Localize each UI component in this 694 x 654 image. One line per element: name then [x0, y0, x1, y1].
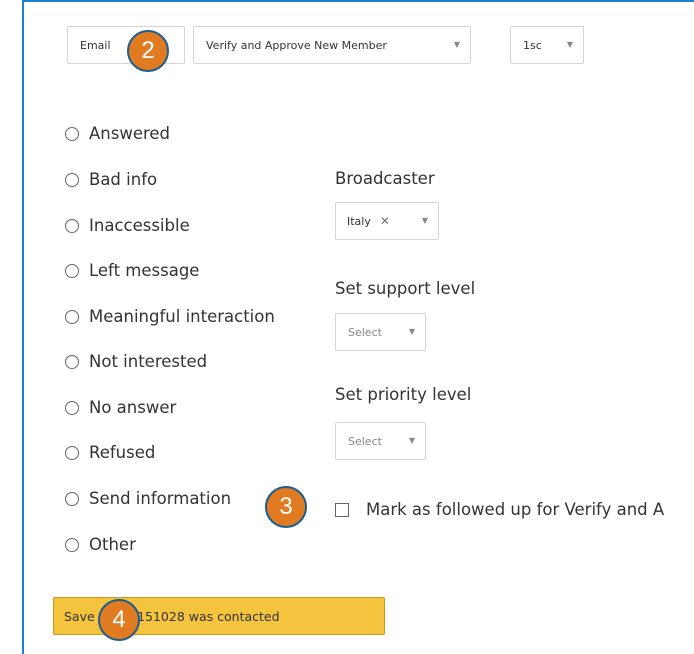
broadcaster-select[interactable]: Italy ✕ ▼ — [335, 202, 439, 240]
response-label: Refused — [89, 443, 156, 462]
response-label: Send information — [89, 489, 232, 508]
priority-level-select[interactable]: Select ▼ — [335, 422, 426, 460]
followed-up-label: Mark as followed up for Verify and A — [366, 500, 665, 519]
frame-left-border — [22, 0, 24, 654]
broadcaster-label: Broadcaster — [335, 169, 435, 188]
response-label: Bad info — [89, 170, 158, 189]
script-select-value: Verify and Approve New Member — [206, 38, 387, 52]
checkbox-icon[interactable] — [335, 502, 349, 517]
radio-icon[interactable] — [65, 263, 79, 278]
frame-top-border — [22, 0, 694, 2]
response-bad-info[interactable]: Bad info — [65, 170, 157, 189]
radio-icon[interactable] — [65, 491, 79, 506]
response-other[interactable]: Other — [65, 535, 136, 554]
response-meaningful-interaction[interactable]: Meaningful interaction — [65, 307, 275, 326]
response-answered[interactable]: Answered — [65, 124, 170, 143]
radio-icon[interactable] — [65, 354, 79, 369]
response-inaccessible[interactable]: Inaccessible — [65, 216, 190, 235]
script-select[interactable]: Verify and Approve New Member ▼ — [193, 26, 471, 64]
support-level-label: Set support level — [335, 279, 476, 298]
radio-icon[interactable] — [65, 309, 79, 324]
step-badge-2: 2 — [127, 30, 169, 72]
response-label: Not interested — [89, 352, 208, 371]
save-button-label: Save join20151028 was contacted — [64, 608, 280, 624]
response-label: Left message — [89, 261, 200, 280]
followed-up-option[interactable]: Mark as followed up for Verify and A — [335, 500, 664, 519]
step-badge-3: 3 — [265, 486, 307, 528]
step-badge-4: 4 — [98, 599, 140, 641]
response-label: Meaningful interaction — [89, 307, 275, 326]
priority-level-label: Set priority level — [335, 385, 472, 404]
sequence-select[interactable]: 1sc ▼ — [510, 26, 584, 64]
chevron-down-icon: ▼ — [421, 216, 428, 225]
broadcaster-tag: Italy — [347, 214, 371, 228]
support-level-value: Select — [348, 325, 382, 339]
radio-icon[interactable] — [65, 172, 79, 187]
chevron-down-icon: ▼ — [408, 436, 415, 445]
contact-method-value: Email — [80, 38, 111, 52]
remove-tag-icon[interactable]: ✕ — [380, 214, 390, 228]
priority-level-value: Select — [348, 434, 382, 448]
sequence-select-value: 1sc — [523, 38, 542, 52]
response-refused[interactable]: Refused — [65, 443, 155, 462]
response-left-message[interactable]: Left message — [65, 261, 199, 280]
radio-icon[interactable] — [65, 537, 79, 552]
response-not-interested[interactable]: Not interested — [65, 352, 207, 371]
chevron-down-icon: ▼ — [566, 40, 573, 49]
radio-icon[interactable] — [65, 400, 79, 415]
response-send-information[interactable]: Send information — [65, 489, 231, 508]
radio-icon[interactable] — [65, 445, 79, 460]
chevron-down-icon: ▼ — [408, 327, 415, 336]
response-label: Other — [89, 535, 136, 554]
radio-icon[interactable] — [65, 126, 79, 141]
response-label: Answered — [89, 124, 171, 143]
response-label: No answer — [89, 398, 177, 417]
response-label: Inaccessible — [89, 216, 190, 235]
chevron-down-icon: ▼ — [453, 40, 460, 49]
support-level-select[interactable]: Select ▼ — [335, 313, 426, 351]
response-no-answer[interactable]: No answer — [65, 398, 176, 417]
radio-icon[interactable] — [65, 218, 79, 233]
